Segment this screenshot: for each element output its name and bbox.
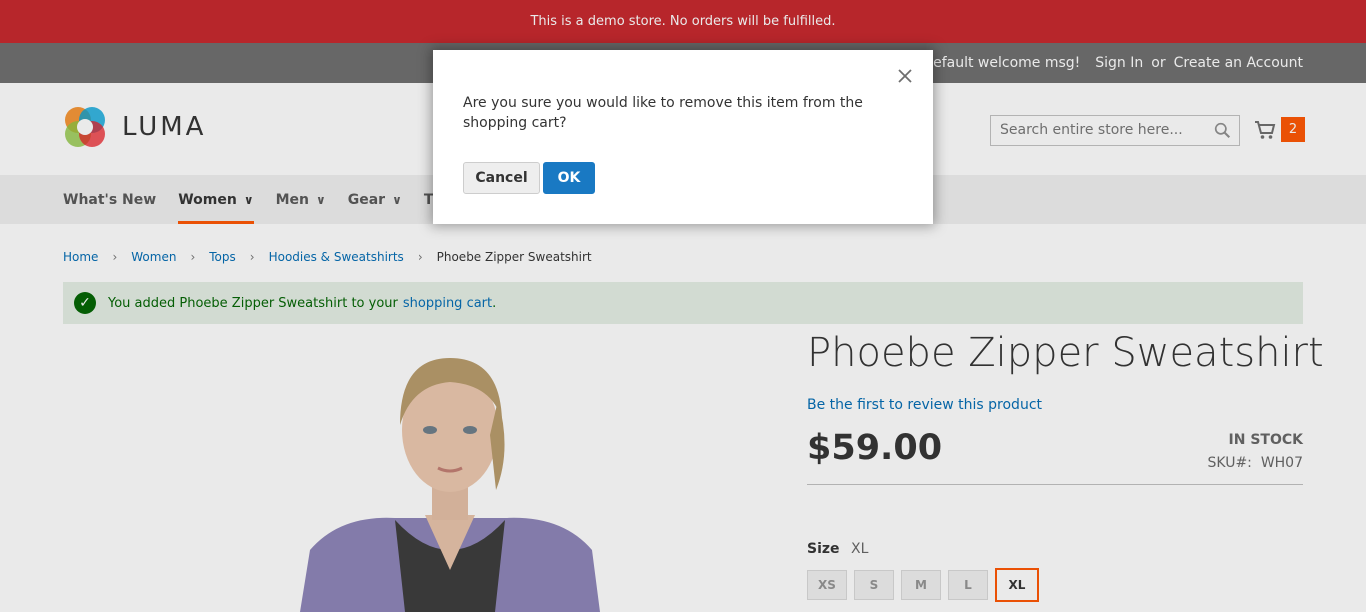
confirm-remove-dialog: Are you sure you would like to remove th… bbox=[433, 50, 933, 224]
modal-message: Are you sure you would like to remove th… bbox=[463, 95, 863, 131]
modal-actions: Cancel OK bbox=[463, 162, 595, 194]
close-icon[interactable] bbox=[895, 66, 915, 86]
cancel-button[interactable]: Cancel bbox=[463, 162, 540, 194]
ok-button[interactable]: OK bbox=[543, 162, 595, 194]
